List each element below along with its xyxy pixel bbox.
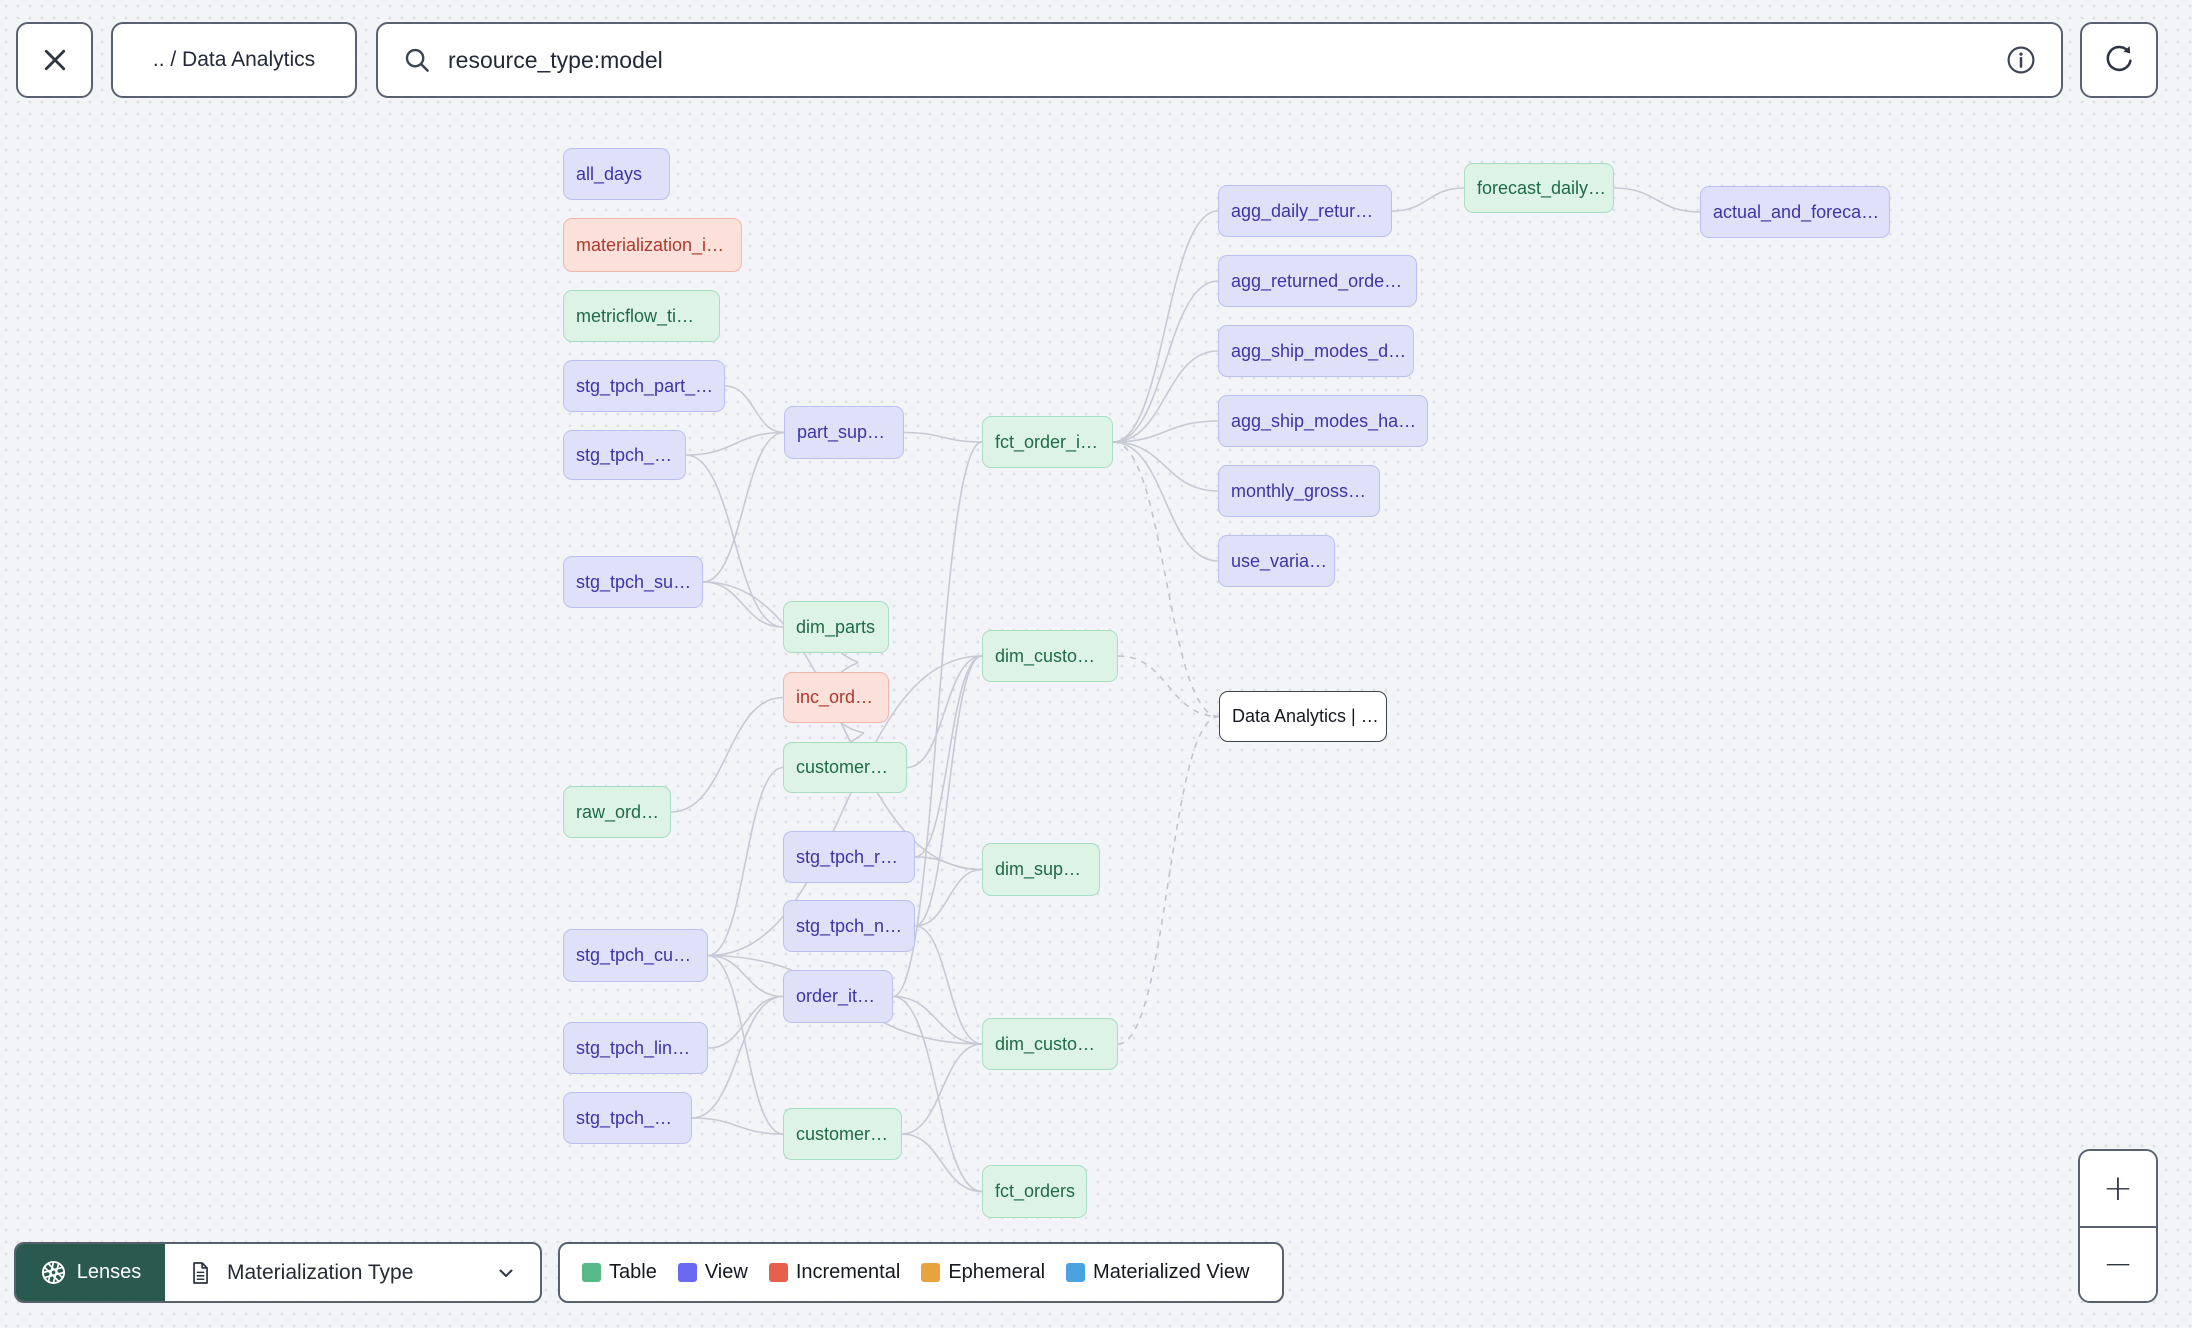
node-agg_ship_ha[interactable]: agg_ship_modes_ha…: [1218, 395, 1428, 447]
node-stg_tpch_o1[interactable]: stg_tpch_…: [563, 430, 686, 480]
node-data_analytics[interactable]: Data Analytics | …: [1219, 691, 1387, 742]
search-icon: [405, 48, 429, 72]
zoom-out-button[interactable]: −: [2080, 1226, 2156, 1301]
node-stg_tpch_lin[interactable]: stg_tpch_lin…: [563, 1022, 708, 1074]
node-dim_sup[interactable]: dim_sup…: [982, 843, 1100, 896]
edge-dim_custo2-to-data_analytics: [1117, 715, 1220, 1045]
node-actual_and[interactable]: actual_and_foreca…: [1700, 186, 1890, 238]
node-monthly_gross[interactable]: monthly_gross…: [1218, 465, 1380, 517]
zoom-controls: + −: [2078, 1149, 2158, 1303]
node-stg_tpch_su[interactable]: stg_tpch_su…: [563, 556, 703, 608]
refresh-button[interactable]: [2080, 22, 2158, 98]
refresh-icon: [2106, 45, 2132, 72]
materialization-legend: Table View Incremental Ephemeral Materialize…: [558, 1242, 1284, 1303]
lenses-button[interactable]: Lenses: [16, 1244, 165, 1301]
legend-item-materialized-view: Materialized View: [1066, 1261, 1249, 1284]
search-bar: [376, 22, 2063, 98]
node-metricflow_ti[interactable]: metricflow_ti…: [563, 290, 720, 342]
lineage-canvas[interactable]: all_days materialization_i… metricflow_ti……: [0, 0, 2192, 1328]
info-icon[interactable]: [2005, 44, 2037, 76]
edge-raw_ord-to-inc_ord: [670, 696, 784, 813]
edge-stg_tpch_part-to-part_sup: [724, 385, 785, 434]
node-agg_returned[interactable]: agg_returned_orde…: [1218, 255, 1417, 307]
edge-stg_tpch_cu-to-customer2: [707, 954, 784, 1135]
selected-lens-label: Materialization Type: [227, 1260, 414, 1284]
node-agg_daily_retur[interactable]: agg_daily_retur…: [1218, 185, 1392, 237]
legend-swatch: [677, 1263, 697, 1282]
close-icon: [44, 49, 65, 71]
edge-stg_tpch_o2-to-customer2: [691, 1117, 784, 1135]
node-fct_order_i[interactable]: fct_order_i…: [982, 416, 1113, 468]
legend-swatch: [768, 1263, 788, 1282]
node-dim_custo1[interactable]: dim_custo…: [982, 630, 1118, 682]
breadcrumb[interactable]: .. / Data Analytics: [111, 22, 357, 98]
zoom-in-button[interactable]: +: [2080, 1151, 2156, 1226]
edge-fct_order_i-to-use_varia: [1112, 441, 1219, 562]
node-fct_orders[interactable]: fct_orders: [982, 1165, 1087, 1218]
edge-fct_order_i-to-data_analytics: [1112, 441, 1220, 718]
legend-label: Ephemeral: [948, 1261, 1046, 1283]
edge-order_it-to-fct_orders: [892, 995, 983, 1193]
node-dim_custo2[interactable]: dim_custo…: [982, 1018, 1118, 1070]
legend-swatch: [921, 1263, 941, 1282]
search-input[interactable]: [448, 46, 1989, 74]
node-customer2[interactable]: customer…: [783, 1108, 902, 1160]
edge-stg_tpch_su-to-part_sup: [702, 431, 785, 583]
edge-dim_parts-to-inc_ord: [840, 652, 859, 673]
edge-stg_tpch_o1-to-part_sup: [685, 431, 785, 456]
legend-swatch: [1066, 1263, 1086, 1282]
edge-agg_daily_retur-to-forecast_daily: [1391, 187, 1465, 212]
lenses-pill: Lenses Materialization Type: [14, 1242, 542, 1303]
node-all_days[interactable]: all_days: [563, 148, 670, 200]
node-dim_parts[interactable]: dim_parts: [783, 601, 889, 653]
node-part_sup[interactable]: part_sup…: [784, 406, 904, 459]
edge-stg_tpch_su-to-dim_parts: [702, 581, 784, 628]
edge-forecast_daily-to-actual_and: [1613, 187, 1701, 213]
edge-customer2-to-fct_orders: [901, 1133, 983, 1193]
legend-item-table: Table: [582, 1261, 657, 1284]
edge-customer2-to-dim_custo2: [901, 1043, 983, 1135]
legend-label: Table: [609, 1261, 657, 1283]
node-stg_tpch_n[interactable]: stg_tpch_n…: [783, 900, 915, 952]
node-stg_tpch_cu[interactable]: stg_tpch_cu…: [563, 929, 708, 982]
edge-fct_order_i-to-agg_ship_d: [1112, 350, 1219, 443]
node-raw_ord[interactable]: raw_ord…: [563, 786, 671, 838]
legend-label: Incremental: [795, 1261, 901, 1283]
node-agg_ship_d[interactable]: agg_ship_modes_d…: [1218, 325, 1414, 377]
edge-stg_tpch_n-to-dim_custo1: [914, 655, 983, 927]
edge-fct_order_i-to-agg_returned: [1112, 280, 1219, 443]
aperture-icon: [41, 1260, 65, 1285]
legend-item-ephemeral: Ephemeral: [921, 1261, 1045, 1284]
node-order_it[interactable]: order_it…: [783, 970, 893, 1023]
edge-stg_tpch_n-to-dim_custo2: [914, 925, 983, 1045]
node-inc_ord[interactable]: inc_ord…: [783, 672, 889, 723]
edge-fct_order_i-to-agg_daily_retur: [1112, 210, 1219, 443]
close-button[interactable]: [16, 22, 93, 98]
document-icon: [193, 1261, 208, 1284]
node-materialization_i[interactable]: materialization_i…: [563, 218, 742, 272]
legend-item-incremental: Incremental: [768, 1261, 901, 1284]
legend-label: Materialized View: [1093, 1261, 1250, 1283]
edge-stg_tpch_lin-to-order_it: [707, 995, 784, 1049]
edge-inc_ord-to-customer1: [840, 722, 865, 743]
chevron-down-icon: [499, 1269, 513, 1277]
node-forecast_daily[interactable]: forecast_daily…: [1464, 163, 1614, 213]
edge-dim_custo1-to-data_analytics: [1117, 655, 1220, 718]
legend-swatch: [582, 1263, 601, 1282]
node-stg_tpch_r[interactable]: stg_tpch_r…: [783, 831, 915, 883]
node-stg_tpch_part[interactable]: stg_tpch_part_…: [563, 360, 725, 412]
node-customer1[interactable]: customer…: [783, 742, 907, 793]
lens-selector[interactable]: Materialization Type: [165, 1244, 540, 1301]
edge-part_sup-to-fct_order_i: [903, 431, 983, 443]
lenses-label: Lenses: [76, 1261, 142, 1283]
node-stg_tpch_o2[interactable]: stg_tpch_…: [563, 1092, 692, 1144]
legend-label: View: [704, 1261, 748, 1283]
node-use_varia[interactable]: use_varia…: [1218, 535, 1335, 587]
breadcrumb-label: .. / Data Analytics: [152, 48, 316, 71]
edge-customer1-to-dim_custo1: [906, 655, 983, 769]
edge-fct_order_i-to-monthly_gross: [1112, 441, 1219, 492]
legend-item-view: View: [677, 1261, 748, 1284]
